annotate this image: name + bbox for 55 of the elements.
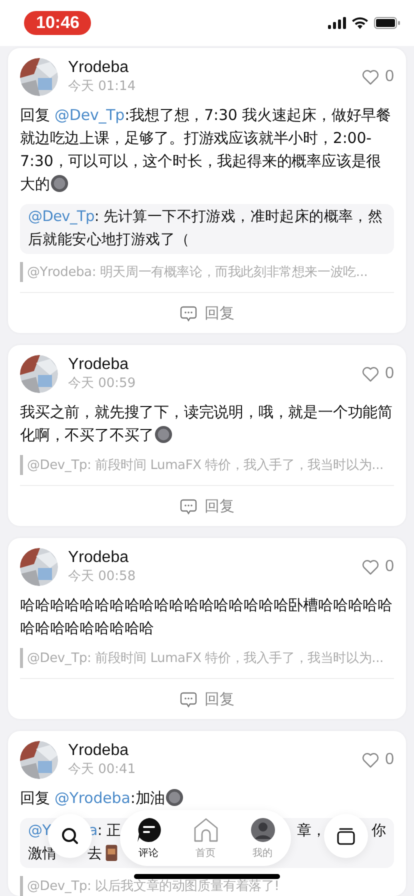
- nav-tab[interactable]: 评论: [136, 816, 162, 860]
- battery-icon: [374, 17, 400, 29]
- cited-comment[interactable]: @Dev_Tp: 前段时间 LumaFX 特价，我入手了，我当时以为...: [27, 649, 384, 667]
- reply-button[interactable]: 回复: [176, 486, 238, 526]
- heart-icon: [362, 752, 380, 768]
- comment-time: 今天 00:58: [68, 568, 137, 586]
- quote-text: @Y: [28, 822, 51, 841]
- user-name: Yrodeba: [68, 355, 130, 375]
- status-time: 10:46: [24, 11, 92, 35]
- comment-text: 回复 @Yrodeba:加油: [20, 787, 394, 810]
- user-name: Yrodeba: [68, 741, 130, 761]
- sticker-icon: [154, 425, 174, 444]
- quote-text: 后就能安心地打游戏了（: [28, 230, 190, 250]
- sticker-icon: [165, 788, 184, 807]
- cited-comment[interactable]: @Dev_Tp: 前段时间 LumaFX 特价，我入手了，我当时以为...: [27, 456, 384, 474]
- comment-icon: [136, 816, 162, 842]
- comment-text: 我买之前，就先搜了下，读完说明，哦，就是一个功能简化啊，不买了不买了: [20, 402, 394, 446]
- quote-text: 章，: [296, 822, 326, 841]
- like-button[interactable]: 0: [362, 751, 394, 769]
- avatar[interactable]: [20, 548, 58, 586]
- avatar[interactable]: [20, 355, 58, 393]
- comment-time: 今天 00:59: [68, 375, 137, 393]
- heart-icon: [362, 560, 380, 574]
- reply-button[interactable]: 回复: [176, 679, 238, 719]
- chat-bubble-icon: [180, 304, 196, 322]
- comment-text: 回复 @Dev_Tp:我想了想，7:30 我火速起床，做好早餐就边吃边上课，足够了。打游戏应该就半小时，2:00-7:30，可以可以，这个时长，我起得来的概率应该是很大的: [20, 105, 392, 195]
- chat-bubble-icon: [180, 498, 196, 514]
- signal-icon: [328, 17, 346, 29]
- wifi-icon: [352, 17, 368, 29]
- cited-comment[interactable]: @Dev_Tp: 以后我文章的动图质量有着落了!: [27, 877, 280, 895]
- user-name: Yrodeba: [68, 548, 130, 568]
- quote-text: @Dev_Tp: 先计算一下不打游戏，准时起床的概率，然: [28, 208, 383, 227]
- comment-time: 今天 01:14: [68, 78, 137, 96]
- sticker-icon: [50, 174, 69, 193]
- search-icon: [61, 827, 79, 845]
- like-button[interactable]: 0: [362, 558, 394, 576]
- reply-button[interactable]: 回复: [176, 293, 238, 333]
- nav-tab[interactable]: 我的: [250, 816, 276, 860]
- profile-icon: [250, 816, 276, 842]
- user-name: Yrodeba: [68, 58, 130, 78]
- avatar[interactable]: [20, 741, 58, 779]
- tabs-icon: [336, 826, 356, 846]
- cited-comment[interactable]: @Yrodeba: 明天周一有概率论，而我此刻非常想来一波吃...: [27, 263, 368, 281]
- avatar[interactable]: [20, 58, 58, 96]
- home-icon: [192, 816, 218, 842]
- chat-bubble-icon: [180, 690, 196, 708]
- quote-text: 你: [371, 822, 386, 841]
- comment-text: 哈哈哈哈哈哈哈哈哈哈哈哈哈哈哈哈哈哈卧槽哈哈哈哈哈哈哈哈哈哈哈哈哈哈: [20, 595, 394, 639]
- like-button[interactable]: 0: [362, 68, 394, 86]
- heart-icon: [362, 366, 380, 382]
- like-button[interactable]: 0: [362, 365, 394, 383]
- comment-time: 今天 00:41: [68, 761, 137, 779]
- quote-text: 去: [87, 843, 122, 866]
- nav-tab[interactable]: 首页: [192, 816, 218, 860]
- heart-icon: [362, 70, 380, 84]
